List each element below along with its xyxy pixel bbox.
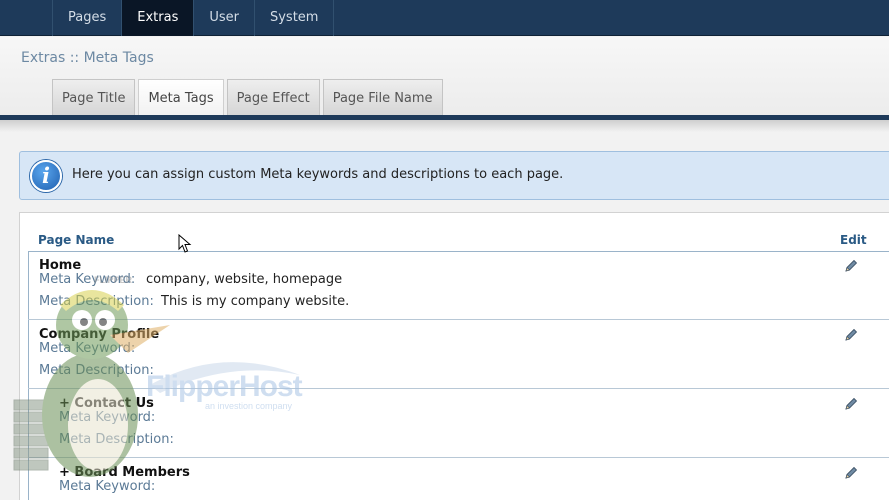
table-row: + Board Members Meta Keyword: xyxy=(29,459,889,500)
meta-description-label: Meta Description: xyxy=(39,294,154,309)
subtab-bar: Page Title Meta Tags Page Effect Page Fi… xyxy=(52,79,446,117)
tab-page-file-name[interactable]: Page File Name xyxy=(322,79,443,115)
meta-keyword-value: company, website, homepage xyxy=(146,272,343,287)
nav-item-system[interactable]: System xyxy=(255,0,335,36)
meta-keyword-label: Meta Keyword: xyxy=(59,479,156,494)
pencil-icon[interactable] xyxy=(843,396,859,412)
page-name: + Board Members xyxy=(59,465,190,480)
row-divider xyxy=(28,457,889,458)
mouse-cursor-icon xyxy=(178,234,192,253)
meta-description-label: Meta Description: xyxy=(39,363,154,378)
pencil-icon[interactable] xyxy=(843,258,859,274)
meta-keyword-label: Meta Keyword: xyxy=(59,410,156,425)
page-name: + Contact Us xyxy=(59,396,154,411)
info-message: i Here you can assign custom Meta keywor… xyxy=(19,151,889,200)
meta-keyword-label: Meta Keyword: xyxy=(39,272,136,287)
nav-item-user[interactable]: User xyxy=(194,0,255,36)
top-nav-menu: Pages Extras User System xyxy=(52,0,335,36)
row-divider xyxy=(28,388,889,389)
page-name: Home xyxy=(39,258,82,273)
tab-shadow xyxy=(0,120,889,132)
info-icon: i xyxy=(30,160,62,192)
nav-item-extras[interactable]: Extras xyxy=(122,0,195,36)
meta-tags-table: Page Name Edit Home Meta Keyword: compan… xyxy=(19,212,889,500)
row-divider xyxy=(28,319,889,320)
breadcrumb: Extras :: Meta Tags xyxy=(21,50,154,66)
table-row: Home Meta Keyword: company, website, hom… xyxy=(29,252,889,320)
nav-item-pages[interactable]: Pages xyxy=(53,0,123,36)
meta-description-label: Meta Description: xyxy=(59,432,174,447)
tab-meta-tags[interactable]: Meta Tags xyxy=(138,79,224,117)
table-row: + Contact Us Meta Keyword: Meta Descript… xyxy=(29,390,889,458)
meta-description-value: This is my company website. xyxy=(161,294,350,309)
table-header: Page Name Edit xyxy=(28,228,889,252)
meta-keyword-label: Meta Keyword: xyxy=(39,341,136,356)
column-header-page-name[interactable]: Page Name xyxy=(38,233,114,247)
pencil-icon[interactable] xyxy=(843,327,859,343)
pencil-icon[interactable] xyxy=(843,465,859,481)
top-navigation-bar: Pages Extras User System xyxy=(0,0,889,36)
table-row: Company Profile Meta Keyword: Meta Descr… xyxy=(29,321,889,389)
info-text: Here you can assign custom Meta keywords… xyxy=(72,167,564,182)
tab-page-title[interactable]: Page Title xyxy=(52,79,136,115)
column-header-edit: Edit xyxy=(840,233,867,247)
page-name: Company Profile xyxy=(39,327,160,342)
tab-page-effect[interactable]: Page Effect xyxy=(226,79,320,115)
